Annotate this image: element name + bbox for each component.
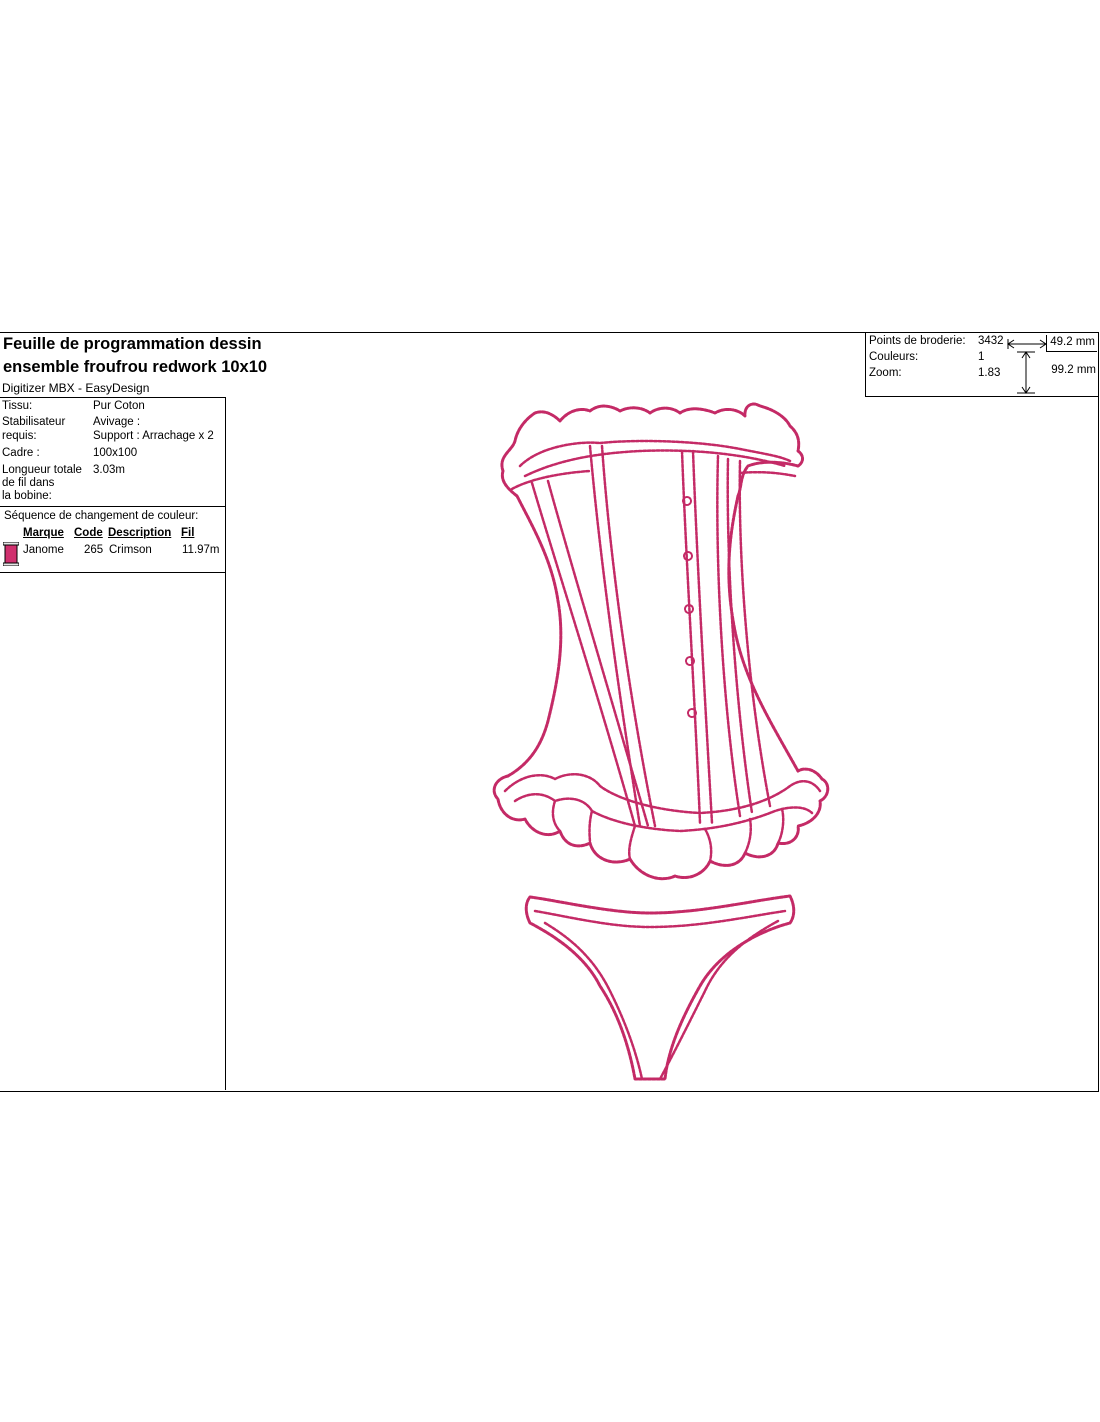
corset-outline <box>506 494 800 778</box>
design-stats: Points de broderie: 3432 Couleurs: 1 Zoo… <box>865 333 1098 397</box>
stabilizer-value-2: Support : Arrachage x 2 <box>93 430 214 442</box>
design-name: ensemble froufrou redwork 10x10 <box>3 358 268 376</box>
bobbin-label-3: la bobine: <box>2 490 52 502</box>
frame-label: Cadre : <box>2 447 40 459</box>
color-sequence: Séquence de changement de couleur: Marqu… <box>0 506 225 573</box>
height-value: 99.2 mm <box>1051 364 1096 376</box>
color-sequence-title: Séquence de changement de couleur: <box>4 510 199 522</box>
info-panel: Tissu: Pur Coton Stabilisateur requis: A… <box>0 397 226 1090</box>
zoom-label: Zoom: <box>869 367 902 379</box>
fabric-label: Tissu: <box>2 400 33 412</box>
bobbin-label-2: de fil dans <box>2 477 55 489</box>
material-info: Tissu: Pur Coton Stabilisateur requis: A… <box>0 397 225 507</box>
row-description: Crimson <box>109 544 152 556</box>
zoom-value: 1.83 <box>978 367 1001 379</box>
width-box: 49.2 mm <box>1046 335 1097 352</box>
stitches-label: Points de broderie: <box>869 335 966 347</box>
software-name: Digitizer MBX - EasyDesign <box>2 381 150 395</box>
col-brand-header: Marque <box>23 527 64 539</box>
row-brand: Janome <box>23 544 64 556</box>
sheet-title: Feuille de programmation dessin <box>3 335 262 353</box>
colors-label: Couleurs: <box>869 351 919 363</box>
vertical-dimension-arrow-icon <box>1017 351 1035 394</box>
corset-bottom-ruffle <box>492 767 830 881</box>
stabilizer-value-1: Avivage : <box>93 416 141 428</box>
width-value: 49.2 mm <box>1050 336 1095 348</box>
col-description-header: Description <box>108 527 172 539</box>
frame-value: 100x100 <box>93 447 138 459</box>
embroidery-preview <box>492 402 830 1081</box>
col-code-header: Code <box>74 527 103 539</box>
stabilizer-label-2: requis: <box>2 430 37 442</box>
bobbin-value: 3.03m <box>93 464 125 476</box>
stabilizer-label-1: Stabilisateur <box>2 416 66 428</box>
row-code: 265 <box>84 544 104 556</box>
stitches-value: 3432 <box>978 335 1004 347</box>
panties-outline <box>524 894 796 1081</box>
col-thread-header: Fil <box>181 527 195 539</box>
thread-spool-icon <box>3 542 19 566</box>
fabric-value: Pur Coton <box>93 400 145 412</box>
colors-value: 1 <box>978 351 985 363</box>
bobbin-label-1: Longueur totale <box>2 464 82 476</box>
program-sheet: Feuille de programmation dessin ensemble… <box>0 332 1099 1092</box>
row-thread: 11.97m <box>182 544 220 556</box>
